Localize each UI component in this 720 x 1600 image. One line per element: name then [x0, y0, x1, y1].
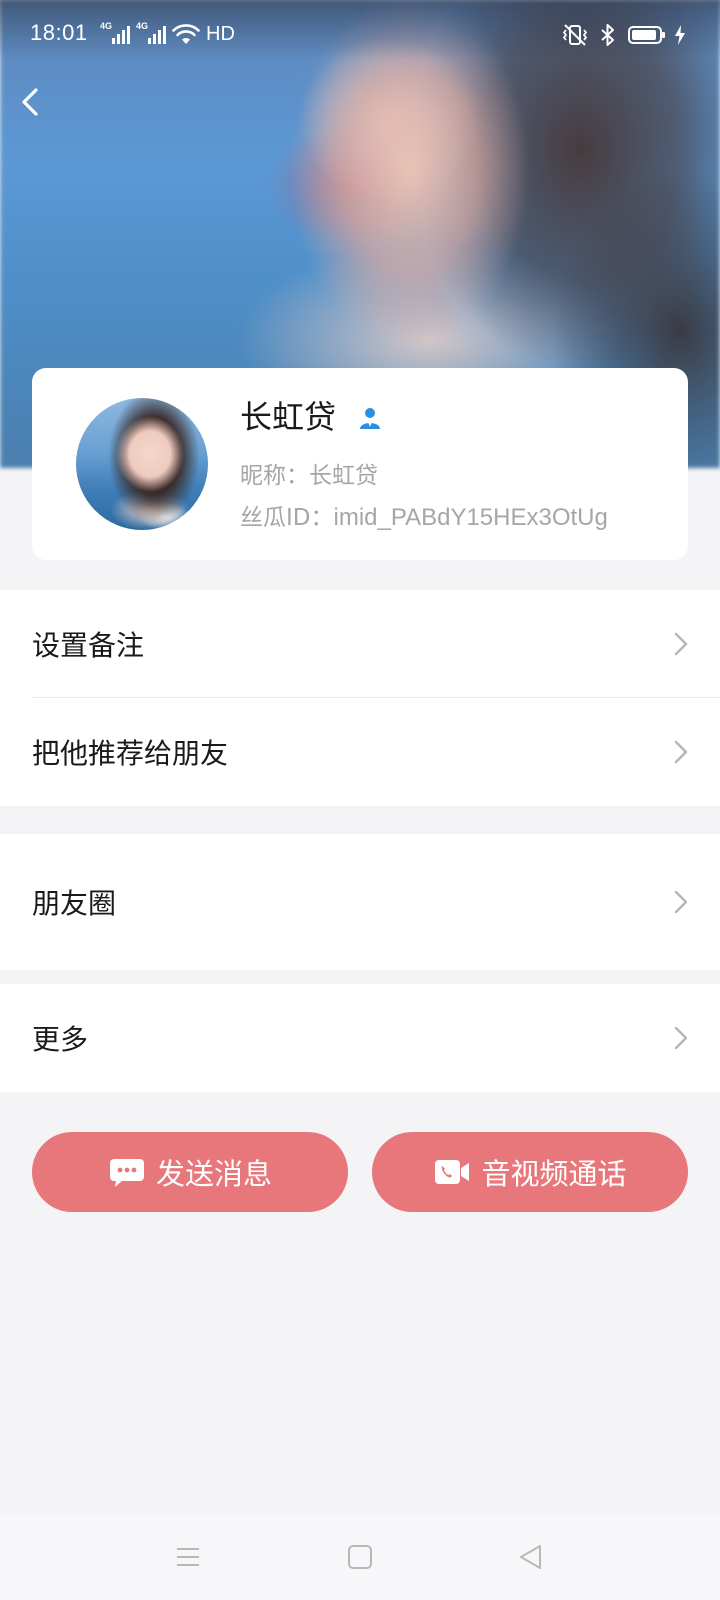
hd-label: HD	[206, 23, 235, 45]
menu-item-recommend[interactable]: 把他推荐给朋友	[0, 698, 720, 806]
status-right-icons	[562, 22, 686, 48]
back-button[interactable]	[10, 80, 54, 124]
chevron-right-icon	[674, 632, 688, 656]
nickname-value: 长虹贷	[309, 463, 378, 489]
send-message-button[interactable]: 发送消息	[32, 1132, 348, 1212]
contact-name: 长虹贷	[240, 398, 337, 436]
system-nav-bar	[0, 1514, 720, 1600]
user-id-label: 丝瓜ID：	[240, 505, 334, 531]
av-call-label: 音视频通话	[481, 1157, 627, 1191]
user-id-line: 丝瓜ID：imid_PABdY15HEx3OtUg	[240, 498, 608, 532]
chat-bubble-icon	[109, 1159, 144, 1187]
menu-item-label: 更多	[32, 1023, 89, 1056]
signal-icon: 4G	[100, 22, 130, 46]
chevron-right-icon	[674, 1026, 688, 1050]
nickname-label: 昵称：	[240, 463, 309, 489]
menu-item-label: 朋友圈	[32, 887, 117, 920]
network-type-label: 4G	[100, 21, 113, 31]
av-call-button[interactable]: 音视频通话	[372, 1132, 688, 1212]
send-message-label: 发送消息	[155, 1157, 272, 1191]
signal-icon: 4G	[136, 22, 166, 46]
menu-group-more: 更多	[0, 984, 720, 1092]
menu-item-more[interactable]: 更多	[0, 984, 720, 1092]
home-icon[interactable]	[345, 1542, 375, 1572]
back-triangle-icon[interactable]	[516, 1542, 546, 1572]
menu-icon[interactable]	[173, 1542, 203, 1572]
video-call-icon	[435, 1160, 470, 1184]
chevron-right-icon	[674, 890, 688, 914]
person-icon	[360, 408, 380, 429]
menu-item-label: 设置备注	[32, 629, 145, 662]
chevron-right-icon	[674, 740, 688, 764]
battery-icon	[628, 26, 665, 44]
nickname-line: 昵称：长虹贷	[240, 456, 378, 490]
status-left-icons: 4G 4G HD	[100, 20, 235, 46]
status-time: 18:01	[30, 20, 88, 45]
avatar[interactable]	[76, 398, 208, 530]
user-id-value: imid_PABdY15HEx3OtUg	[333, 504, 608, 531]
chevron-left-icon	[22, 88, 38, 116]
contact-profile-screen: 18:01 4G 4G HD 长虹贷 昵称：长虹贷 丝瓜ID：imid_PABd…	[0, 0, 720, 1600]
charging-icon	[675, 25, 685, 45]
menu-group-contact: 设置备注 把他推荐给朋友	[0, 590, 720, 806]
wifi-icon	[172, 24, 200, 44]
network-type-label: 4G	[136, 21, 149, 31]
status-bar: 18:01 4G 4G HD	[0, 0, 720, 56]
menu-item-set-remark[interactable]: 设置备注	[0, 590, 720, 698]
vibrate-icon	[562, 24, 588, 46]
bluetooth-icon	[601, 24, 614, 46]
menu-group-moments: 朋友圈	[0, 834, 720, 970]
menu-item-moments[interactable]: 朋友圈	[0, 834, 720, 970]
menu-item-label: 把他推荐给朋友	[32, 737, 229, 770]
profile-card: 长虹贷 昵称：长虹贷 丝瓜ID：imid_PABdY15HEx3OtUg	[32, 368, 688, 560]
